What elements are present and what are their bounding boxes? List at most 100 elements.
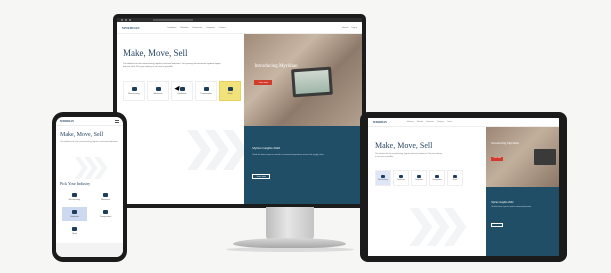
- nav-links: Industries Solutions Resources Company C…: [407, 122, 452, 123]
- tablet-category-card[interactable]: Retail: [447, 170, 463, 186]
- store-icon: [227, 87, 233, 91]
- phone-industry-item[interactable]: Retail: [62, 224, 87, 238]
- search-link[interactable]: Search: [342, 27, 348, 29]
- monitor-stand: [233, 238, 346, 248]
- phone-nav: MYRIDIAN: [56, 117, 123, 126]
- phone-device: MYRIDIAN Make, Move, Sell The solutions …: [52, 112, 127, 262]
- photo-headline: Introducing Myridian: [254, 64, 298, 69]
- industry-label: Distribution: [70, 215, 79, 218]
- truck-icon: [417, 175, 421, 179]
- hero-body: The solutions for the manufacturing, log…: [123, 63, 221, 68]
- site-logo[interactable]: MYRIDIAN: [60, 120, 74, 123]
- monitor-neck: [266, 207, 314, 239]
- pick-industry-heading: Pick Your Industry: [60, 181, 91, 186]
- factory-icon: [131, 87, 137, 91]
- nav-link[interactable]: Company: [206, 27, 215, 29]
- promo-panel: Myrian Insights 2022 Read the latest rep…: [244, 126, 362, 204]
- category-label: Distribution: [415, 179, 423, 181]
- tablet-hero-title: Make, Move, Sell: [375, 141, 433, 150]
- phone-industry-item[interactable]: Distribution: [62, 207, 87, 221]
- category-card-retail[interactable]: Retail: [219, 81, 241, 101]
- category-row: Manufacturing Warehouse Distribution Tra…: [123, 81, 241, 101]
- warehouse-icon: [103, 193, 108, 198]
- promo-learn-more-button[interactable]: Learn more: [252, 174, 271, 179]
- hamburger-menu-icon[interactable]: [115, 119, 119, 123]
- tablet-hero-body: The solutions for the manufacturing, log…: [375, 153, 442, 158]
- promo-body: Read the latest report on trends in conn…: [252, 154, 325, 156]
- category-label: Manufacturing: [378, 179, 388, 181]
- chevron-decoration-icon: [409, 208, 467, 246]
- truck-icon: [72, 210, 77, 215]
- nav-link[interactable]: Company: [437, 122, 444, 123]
- phone-footer: [56, 243, 123, 257]
- window-dot-icon: [129, 19, 131, 21]
- tablet-promo-body: Read the latest report on trends in conn…: [491, 207, 532, 208]
- store-icon: [453, 175, 457, 179]
- site-logo[interactable]: MYRIDIAN: [373, 121, 387, 124]
- nav-link[interactable]: Contact: [447, 122, 453, 123]
- tablet-category-row: Manufacturing Warehouse Distribution Tra…: [375, 170, 463, 186]
- chevron-decoration-icon: [187, 130, 247, 170]
- category-card-warehouse[interactable]: Warehouse: [147, 81, 169, 101]
- phone-screen: MYRIDIAN Make, Move, Sell The solutions …: [56, 117, 123, 257]
- phone-industry-item[interactable]: Transportation: [93, 207, 118, 221]
- delivery-icon: [435, 175, 439, 179]
- category-card-transportation[interactable]: Transportation: [195, 81, 217, 101]
- phone-industry-item[interactable]: Warehouse: [93, 190, 118, 204]
- category-label: Warehouse: [153, 93, 163, 95]
- tablet-category-card[interactable]: Distribution: [411, 170, 427, 186]
- industry-label: Transportation: [99, 215, 112, 218]
- hero-photo: Introducing Myridian Learn more: [244, 34, 362, 126]
- phone-industry-item[interactable]: Manufacturing: [62, 190, 87, 204]
- photo-learn-more-button[interactable]: Learn more: [254, 80, 273, 85]
- nav-link[interactable]: Resources: [193, 27, 203, 29]
- tablet-screen: MYRIDIAN Industries Solutions Resources …: [368, 118, 559, 256]
- industry-label: Manufacturing: [68, 198, 81, 201]
- warehouse-icon: [155, 87, 161, 91]
- nav-link[interactable]: Industries: [168, 27, 177, 29]
- tablet-photo-headline: Introducing Myridian: [491, 141, 519, 145]
- url-bar[interactable]: [153, 19, 193, 21]
- tablet-photo-button[interactable]: Learn more: [491, 157, 504, 161]
- window-dot-icon: [121, 19, 123, 21]
- delivery-icon: [203, 87, 209, 91]
- tablet-promo-button[interactable]: Learn more: [491, 223, 504, 227]
- tablet-device: MYRIDIAN Industries Solutions Resources …: [360, 112, 567, 262]
- nav-links: Industries Solutions Resources Company C…: [168, 27, 226, 29]
- window-dot-icon: [125, 19, 127, 21]
- tablet-nav: MYRIDIAN Industries Solutions Resources …: [368, 118, 559, 127]
- category-card-manufacturing[interactable]: Manufacturing: [123, 81, 145, 101]
- warehouse-icon: [399, 175, 403, 179]
- nav-link[interactable]: Solutions: [180, 27, 188, 29]
- category-card-distribution[interactable]: Distribution: [171, 81, 193, 101]
- tablet-category-card[interactable]: Transportation: [429, 170, 445, 186]
- tablet-category-card[interactable]: Warehouse: [393, 170, 409, 186]
- phone-hero-body: The solutions for the manufacturing, log…: [60, 141, 119, 143]
- category-label: Distribution: [177, 93, 187, 95]
- nav-link[interactable]: Contact: [219, 27, 226, 29]
- tablet-photo-device-image: [534, 149, 556, 165]
- hero-title: Make, Move, Sell: [123, 48, 188, 58]
- nav-link[interactable]: Resources: [426, 122, 434, 123]
- phone-hero-title: Make, Move, Sell: [60, 132, 103, 138]
- promo-title: Myrian Insights 2022: [252, 146, 281, 150]
- tablet-promo-title: Myrian Insights 2022: [491, 201, 514, 204]
- nav-link[interactable]: Solutions: [417, 122, 424, 123]
- phone-industry-grid: Manufacturing Warehouse Distribution Tra…: [62, 190, 118, 238]
- site-logo[interactable]: MYRIDIAN: [122, 26, 140, 30]
- nav-link[interactable]: Industries: [407, 122, 414, 123]
- tablet-photo-image: [291, 66, 334, 98]
- category-label: Transportation: [200, 93, 212, 95]
- nav-right: Search Log in: [342, 27, 357, 29]
- store-icon: [72, 227, 77, 232]
- tablet-promo-panel: Myrian Insights 2022 Read the latest rep…: [486, 187, 559, 256]
- desktop-screen: MYRIDIAN Industries Solutions Resources …: [117, 18, 362, 204]
- login-link[interactable]: Log in: [352, 27, 357, 29]
- category-label: Manufacturing: [128, 93, 140, 95]
- tablet-hero-photo: Introducing Myridian Learn more: [486, 127, 559, 187]
- tablet-category-card[interactable]: Manufacturing: [375, 170, 391, 186]
- category-label: Retail: [227, 93, 233, 95]
- category-label: Retail: [453, 179, 457, 181]
- desktop-monitor: MYRIDIAN Industries Solutions Resources …: [113, 14, 366, 208]
- industry-label: Retail: [72, 232, 77, 235]
